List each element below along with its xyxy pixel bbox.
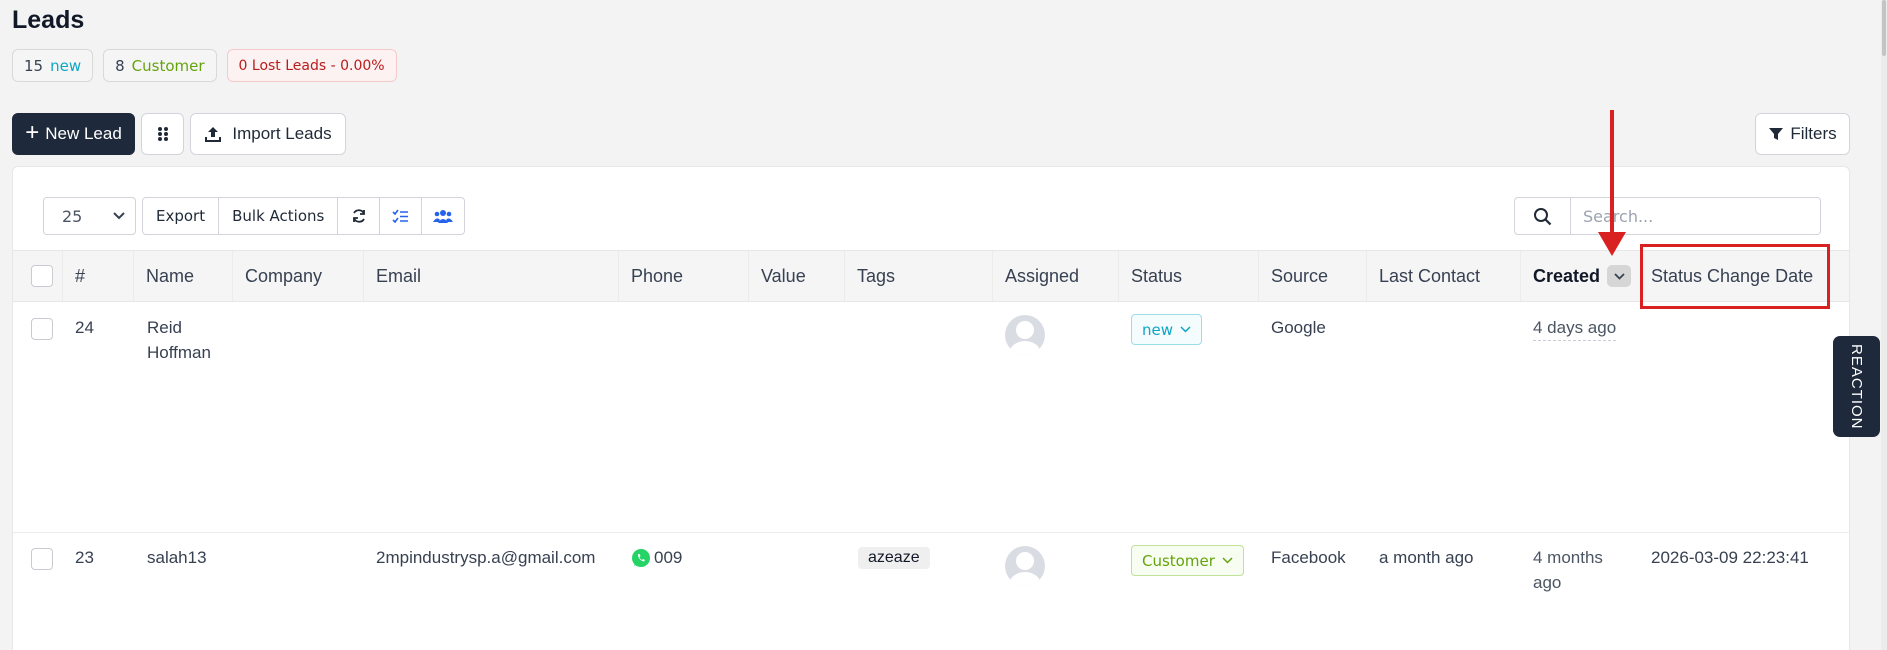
row-source: Facebook [1271, 548, 1346, 567]
new-lead-button[interactable]: + New Lead [12, 113, 135, 155]
stat-lost[interactable]: 0 Lost Leads - 0.00% [226, 49, 397, 82]
grid-icon [157, 127, 168, 141]
status-dropdown[interactable]: new [1131, 314, 1203, 345]
search-button[interactable] [1514, 197, 1571, 235]
col-created[interactable]: Created [1521, 251, 1642, 301]
table-header: # Name Company Email Phone Value Tags As… [13, 250, 1849, 302]
select-all-cell [13, 251, 63, 301]
stat-customer-label: Customer [131, 56, 205, 75]
bulk-actions-button[interactable]: Bulk Actions [219, 198, 339, 234]
scrollbar-thumb[interactable] [1882, 0, 1886, 56]
filters-button[interactable]: Filters [1755, 113, 1850, 155]
table-row[interactable]: 23 salah13 2mpindustrysp.a@gmail.com 009… [13, 533, 1849, 650]
row-status-change-date: 2026-03-09 22:23:41 [1651, 548, 1809, 567]
avatar[interactable] [1005, 546, 1045, 586]
plus-icon: + [25, 119, 40, 146]
leads-table-panel: 25 Export Bulk Actions Search... # Name … [12, 166, 1850, 650]
status-dropdown[interactable]: Customer [1131, 545, 1244, 576]
per-page-value: 25 [62, 206, 83, 226]
annotation-arrow [1610, 110, 1614, 235]
stat-new-count: 15 [24, 56, 44, 75]
new-lead-label: New Lead [45, 124, 122, 143]
col-source[interactable]: Source [1259, 251, 1367, 301]
row-created: 4 months ago [1533, 548, 1603, 592]
row-name[interactable]: Reid Hoffman [147, 315, 227, 365]
table-row[interactable]: 24 Reid Hoffman new Google 4 days ago [13, 302, 1849, 533]
col-value[interactable]: Value [749, 251, 845, 301]
status-label: new [1142, 320, 1174, 339]
status-label: Customer [1142, 551, 1215, 570]
avatar[interactable] [1005, 315, 1045, 355]
per-page-select[interactable]: 25 [43, 197, 136, 235]
leads-toolbar: + New Lead Import Leads [12, 113, 346, 155]
col-assigned[interactable]: Assigned [993, 251, 1119, 301]
stat-lost-label: 0 Lost Leads - 0.00% [238, 57, 385, 74]
tag-badge[interactable]: azeaze [858, 547, 930, 569]
row-email[interactable]: 2mpindustrysp.a@gmail.com [376, 545, 595, 570]
assign-users-button[interactable] [422, 198, 464, 234]
col-email[interactable]: Email [364, 251, 619, 301]
chevron-down-icon [1222, 557, 1233, 564]
row-id: 23 [75, 548, 94, 567]
export-button[interactable]: Export [143, 198, 220, 234]
row-checkbox[interactable] [31, 318, 53, 340]
users-icon [433, 210, 454, 223]
col-last-contact[interactable]: Last Contact [1367, 251, 1521, 301]
table-search: Search... [1514, 197, 1821, 235]
filter-icon [1769, 128, 1784, 140]
search-input[interactable]: Search... [1571, 197, 1821, 235]
col-created-label: Created [1533, 265, 1601, 286]
import-leads-button[interactable]: Import Leads [190, 113, 346, 155]
page-scrollbar[interactable] [1881, 0, 1887, 650]
lead-stats: 15 new 8 Customer 0 Lost Leads - 0.00% [12, 49, 397, 82]
stat-customer[interactable]: 8 Customer [103, 49, 217, 82]
row-phone-cell[interactable]: 009 [631, 545, 682, 570]
checklist-icon [392, 209, 409, 223]
stat-new[interactable]: 15 new [12, 49, 94, 82]
stat-customer-count: 8 [115, 56, 125, 75]
chevron-down-icon [113, 212, 125, 220]
kanban-toggle-button[interactable] [141, 113, 184, 155]
row-created: 4 days ago [1533, 315, 1617, 341]
filters-label: Filters [1790, 124, 1837, 143]
reaction-label: REACTION [1848, 343, 1865, 430]
col-name[interactable]: Name [134, 251, 233, 301]
toggle-columns-button[interactable] [380, 198, 423, 234]
chevron-down-icon [1180, 326, 1191, 333]
row-checkbox[interactable] [31, 548, 53, 570]
search-icon [1534, 207, 1552, 225]
sort-desc-icon[interactable] [1607, 265, 1632, 287]
col-phone[interactable]: Phone [619, 251, 749, 301]
row-name[interactable]: salah13 [147, 545, 207, 570]
reaction-side-tab[interactable]: REACTION [1833, 336, 1880, 437]
select-all-checkbox[interactable] [31, 265, 53, 287]
table-actions-group: Export Bulk Actions [142, 197, 466, 235]
row-id: 24 [75, 318, 94, 337]
col-number[interactable]: # [63, 251, 134, 301]
refresh-icon [352, 209, 365, 223]
row-source: Google [1271, 318, 1326, 337]
row-last-contact: a month ago [1379, 548, 1474, 567]
col-tags[interactable]: Tags [845, 251, 993, 301]
row-phone: 009 [654, 548, 683, 567]
reload-button[interactable] [338, 198, 381, 234]
col-status[interactable]: Status [1119, 251, 1259, 301]
whatsapp-icon [632, 548, 650, 567]
annotation-highlight-box [1640, 244, 1830, 309]
import-leads-label: Import Leads [232, 124, 332, 143]
page-title: Leads [12, 6, 85, 34]
upload-icon [205, 127, 222, 142]
annotation-arrow-head [1598, 232, 1626, 256]
table-controls: 25 Export Bulk Actions [43, 197, 466, 235]
col-company[interactable]: Company [233, 251, 364, 301]
stat-new-label: new [50, 56, 82, 75]
